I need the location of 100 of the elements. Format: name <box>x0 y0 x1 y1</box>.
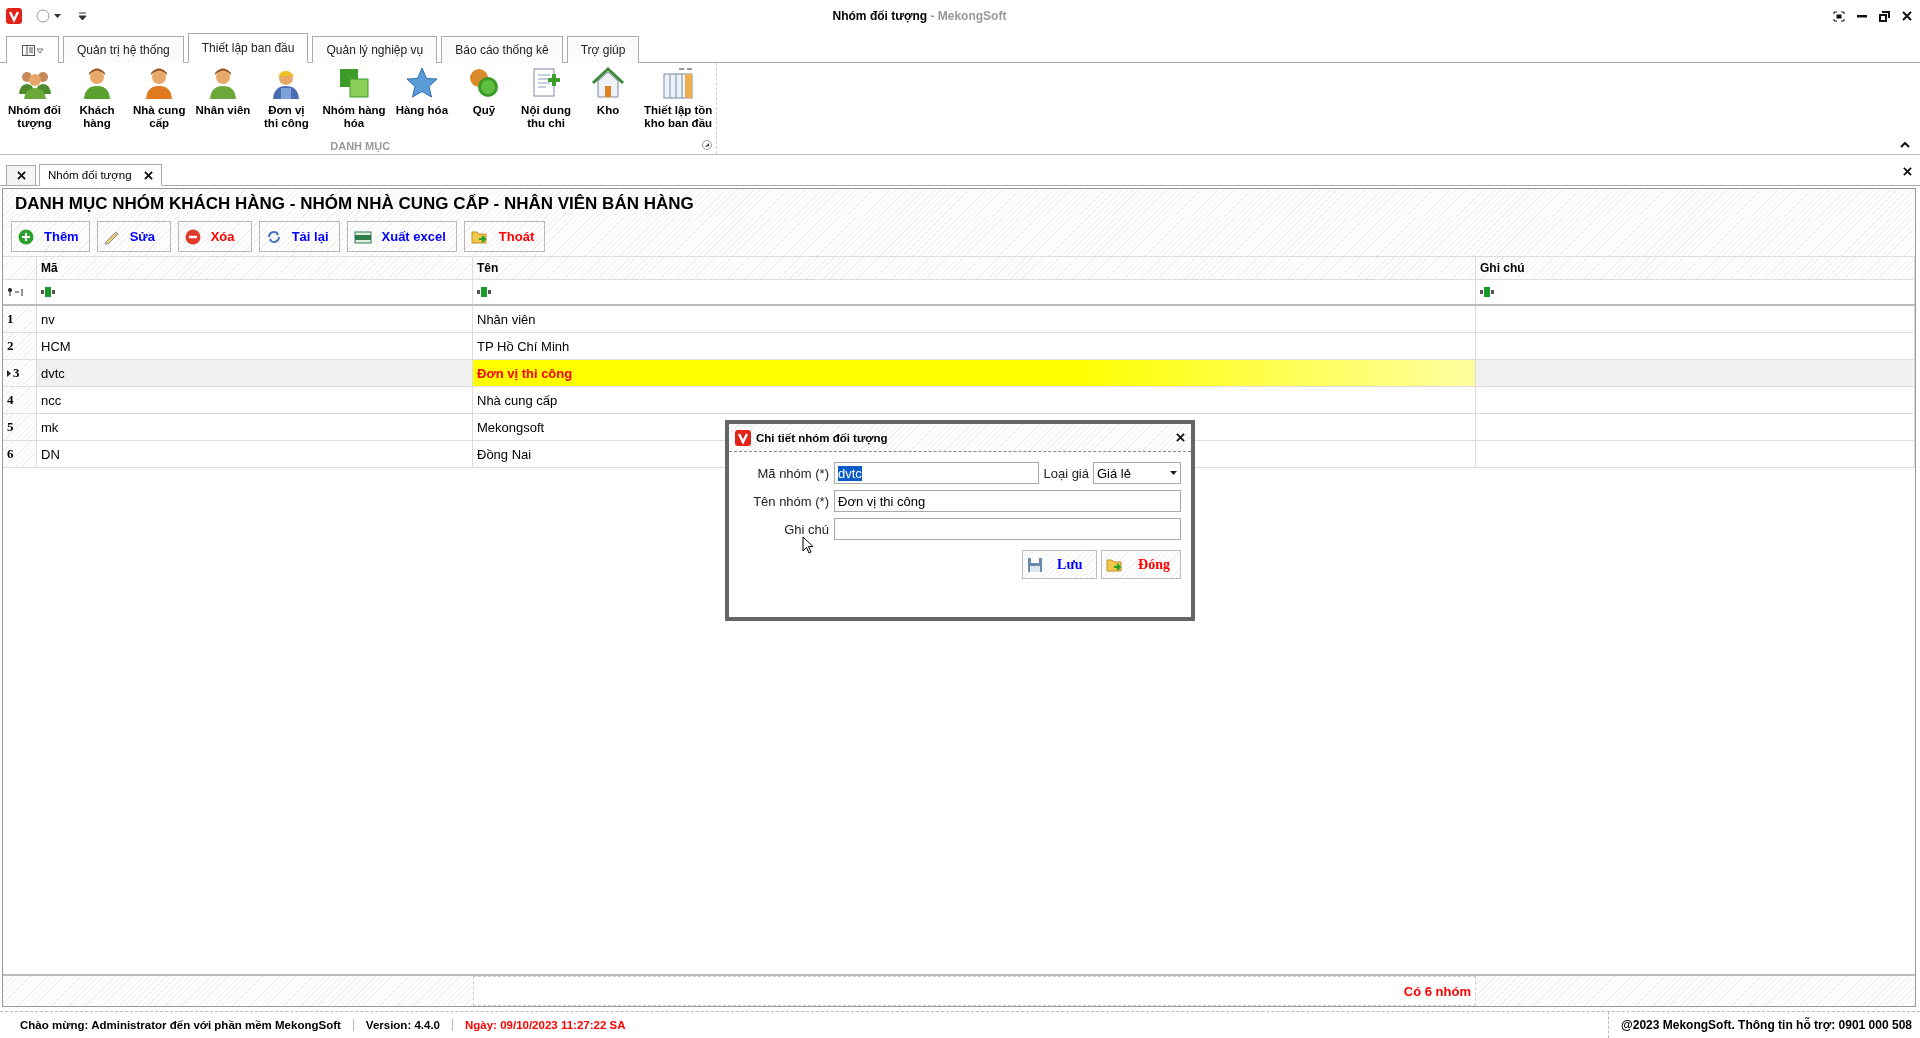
document-tab[interactable]: Nhóm đối tượng <box>39 164 162 186</box>
app-menu-button[interactable] <box>6 36 59 63</box>
row-header[interactable]: 2 <box>3 333 37 359</box>
ribbon-tab[interactable]: Quản trị hệ thống <box>63 36 184 63</box>
table-cell: nv <box>41 311 55 327</box>
ribbon-button[interactable]: Thiết lập tồn kho ban đầu <box>640 63 717 130</box>
table-cell: Đồng Nai <box>477 446 532 462</box>
table-cell: HCM <box>41 338 71 354</box>
input-field[interactable] <box>834 518 1181 540</box>
ribbon-tab[interactable]: Trợ giúp <box>566 36 640 63</box>
logo-icon <box>735 429 751 446</box>
table-cell: Nhân viên <box>477 311 536 327</box>
group-label: DANH MỤC <box>330 140 391 152</box>
summary-count: Có 6 nhóm <box>1403 983 1471 999</box>
columns-icon <box>661 66 696 100</box>
row-number: 6 <box>7 446 14 462</box>
toolbar-button[interactable]: Sửa <box>96 221 171 252</box>
field-label: Ghi chú <box>783 521 829 537</box>
restore-icon[interactable] <box>1879 10 1890 22</box>
ribbon-button[interactable]: Nhà cung cấp <box>129 63 190 130</box>
ribbon-tab[interactable]: Báo cáo thống kê <box>441 36 563 63</box>
column-header[interactable]: Ghi chú <box>1476 257 1915 279</box>
ribbon-button[interactable]: Nhân viên <box>191 63 255 130</box>
close-icon[interactable] <box>1902 11 1912 21</box>
date-text: Ngày: 09/10/2023 11:27:22 SA <box>464 1019 627 1031</box>
caret-icon <box>1170 471 1177 475</box>
mouse-cursor-icon <box>802 536 814 554</box>
close-icon[interactable] <box>143 170 153 180</box>
dialog-button[interactable]: Lưu <box>1022 550 1098 579</box>
version-text: Version: 4.4.0 <box>353 1019 453 1031</box>
ribbon-button[interactable]: Hàng hóa <box>391 63 453 130</box>
welcome-text: Chào mừng: Administrator đến với phần mềm MekongSoft <box>8 1019 354 1031</box>
field-label: Loại giá <box>1043 465 1089 481</box>
row-number: 4 <box>7 392 14 408</box>
toolbar-button[interactable]: Xóa <box>177 221 252 252</box>
page-heading: DANH MỤC NHÓM KHÁCH HÀNG - NHÓM NHÀ CUNG CẤP - NHÂN VIÊN BÁN HÀNG <box>3 189 1915 217</box>
panel-icon <box>21 44 44 56</box>
minimize-icon[interactable] <box>1857 14 1867 18</box>
table-cell: ncc <box>41 392 62 408</box>
table-cell: TP Hồ Chí Minh <box>477 338 570 354</box>
dialog-button[interactable]: Đóng <box>1101 550 1181 579</box>
table-row[interactable]: 1 nv Nhân viên <box>3 306 1915 333</box>
row-header[interactable]: 5 <box>3 414 37 440</box>
table-cell: Nhà cung cấp <box>477 392 558 408</box>
ribbon-tab[interactable]: Thiết lập ban đầu <box>187 33 309 63</box>
toolbar-button[interactable]: Xuất excel <box>346 221 457 252</box>
circle-dropdown-icon[interactable] <box>36 9 64 23</box>
customize-icon[interactable] <box>78 11 87 21</box>
row-number: 1 <box>7 311 14 327</box>
fullscreen-icon[interactable] <box>1833 10 1845 22</box>
table-cell: Đơn vị thi công <box>477 365 573 381</box>
toolbar-button[interactable]: Thoát <box>463 221 546 252</box>
field-value: dvtc <box>838 465 862 481</box>
refresh-icon <box>265 228 282 245</box>
close-icon[interactable] <box>1903 167 1912 176</box>
current-row-icon <box>7 369 11 377</box>
row-number: 2 <box>7 338 14 354</box>
close-icon[interactable] <box>16 171 26 180</box>
table-row[interactable]: 4 ncc Nhà cung cấp <box>3 387 1915 414</box>
text-filter-icon[interactable] <box>1480 287 1494 297</box>
table-cell: dvtc <box>41 365 65 381</box>
close-all-button[interactable] <box>6 165 36 185</box>
ribbon-tab[interactable]: Quản lý nghiệp vụ <box>312 36 438 63</box>
row-header[interactable]: 4 <box>3 387 37 413</box>
ribbon-button[interactable]: Kho <box>578 63 639 130</box>
folder-arrow-icon <box>1106 556 1125 573</box>
ribbon-button[interactable]: Nhóm đối tượng <box>4 63 66 130</box>
squares-icon <box>337 66 371 100</box>
ribbon-button[interactable]: Đơn vị thi công <box>256 63 317 130</box>
text-filter-icon[interactable] <box>41 287 55 297</box>
dialog-title: Chi tiết nhóm đối tượng <box>756 431 888 444</box>
input-field[interactable]: dvtc <box>834 462 1040 484</box>
field-label: Tên nhóm (*) <box>752 493 829 509</box>
star-icon <box>404 66 439 100</box>
folder-arrow-icon <box>470 228 489 245</box>
toolbar-button[interactable]: Thêm <box>11 221 90 252</box>
column-header[interactable]: Tên <box>473 257 1476 279</box>
close-icon[interactable] <box>1176 433 1185 442</box>
input-field[interactable]: Đơn vị thi công <box>834 490 1181 512</box>
app-name: - MekongSoft <box>930 9 1007 23</box>
house-icon <box>591 66 626 100</box>
ribbon-button[interactable]: Nhóm hàng hóa <box>318 63 390 130</box>
row-number: 3 <box>13 365 20 381</box>
ribbon-button[interactable]: Khách hàng <box>67 63 128 130</box>
plus-icon <box>18 228 34 245</box>
copyright-text: @2023 MekongSoft. Thông tin hỗ trợ: 0901 000 508 <box>1608 1012 1920 1038</box>
window-title: Nhóm đối tượng <box>832 9 928 23</box>
table-cell: Mekongsoft <box>477 419 545 435</box>
column-header[interactable]: Mã <box>37 257 473 279</box>
table-row[interactable]: 3 dvtc Đơn vị thi công <box>3 360 1915 387</box>
row-header[interactable]: 3 <box>3 360 37 386</box>
ribbon-button[interactable]: Nội dung thu chi <box>516 63 577 130</box>
collapse-icon[interactable] <box>1900 142 1910 148</box>
text-filter-icon[interactable] <box>477 287 491 297</box>
ribbon-button[interactable]: Quỹ <box>454 63 515 130</box>
toolbar-button[interactable]: Tải lại <box>258 221 340 252</box>
dropdown-field[interactable]: Giá lẻ <box>1093 462 1181 484</box>
dialog-launcher-icon[interactable] <box>702 140 713 150</box>
row-header[interactable]: 1 <box>3 306 37 332</box>
row-header[interactable]: 6 <box>3 441 37 467</box>
